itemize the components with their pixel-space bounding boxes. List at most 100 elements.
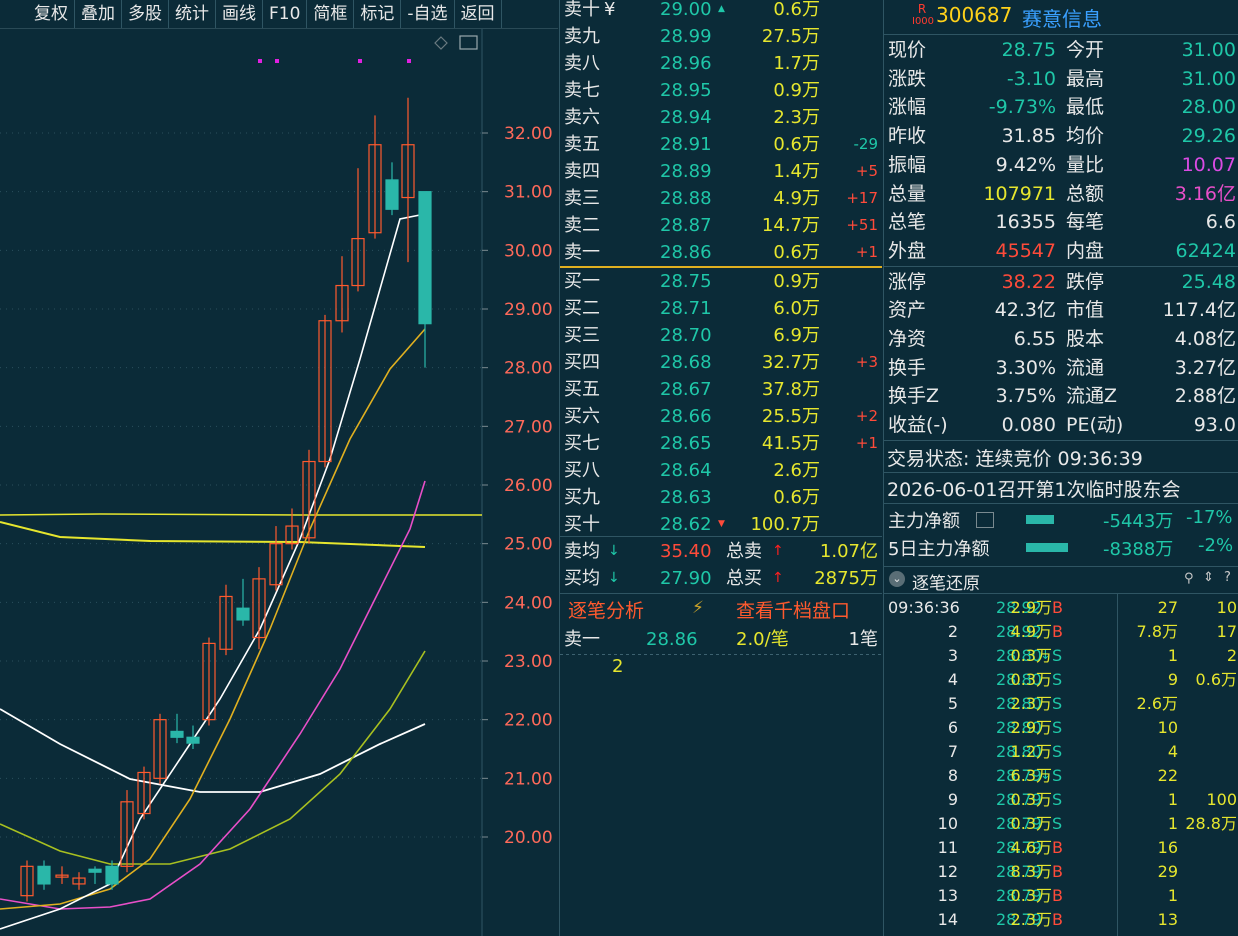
level-price: 28.63 bbox=[660, 487, 712, 508]
bid-row[interactable]: 买二 28.71 6.0万 bbox=[560, 295, 882, 322]
level-volume: 6.0万 bbox=[773, 298, 820, 319]
candlestick-chart[interactable]: 32.00 31.00 30.00 29.00 28.00 27.00 26.00 25.00… bbox=[0, 29, 558, 936]
bid-row[interactable]: 买三 28.70 6.9万 bbox=[560, 322, 882, 349]
tick-volume: 0.3万 bbox=[1010, 646, 1052, 665]
collapse-icon[interactable]: ⌄ bbox=[889, 571, 905, 587]
tick-row[interactable]: 9 28.79 0.3万 S 1 100 bbox=[886, 788, 1238, 812]
ask-row[interactable]: 卖五 28.91 0.6万 -29 bbox=[560, 131, 882, 158]
toolbar-button-5[interactable]: F10 bbox=[263, 0, 308, 28]
level-price: 28.70 bbox=[660, 325, 712, 346]
ask-row[interactable]: 卖三 28.88 4.9万 +17 bbox=[560, 185, 882, 212]
tick-row[interactable]: 11 28.79 4.6万 B 16 bbox=[886, 836, 1238, 860]
price-label: 31.00 bbox=[504, 183, 553, 203]
divider bbox=[560, 593, 882, 594]
tick-volume: 0.3万 bbox=[1010, 790, 1052, 809]
toolbar-button-1[interactable]: 叠加 bbox=[75, 0, 122, 28]
tick-row[interactable]: 4 28.80 0.3万 S 9 0.6万 bbox=[886, 668, 1238, 692]
toolbar-button-8[interactable]: -自选 bbox=[401, 0, 455, 28]
tick-time: 13 bbox=[937, 886, 958, 905]
bid-row[interactable]: 买九 28.63 0.6万 bbox=[560, 484, 882, 511]
price-label: 25.00 bbox=[504, 535, 553, 555]
quote-label: 量比 bbox=[1066, 153, 1105, 176]
tick-time: 09:36:36 bbox=[888, 598, 960, 617]
tick-row[interactable]: 12 28.79 8.3万 B 29 bbox=[886, 860, 1238, 884]
tick-count: 7.8万 bbox=[1136, 622, 1178, 641]
level-price: 28.96 bbox=[660, 53, 712, 74]
candle-body bbox=[170, 730, 184, 738]
bid-row[interactable]: 买八 28.64 2.6万 bbox=[560, 457, 882, 484]
toolbar-button-2[interactable]: 多股 bbox=[122, 0, 169, 28]
tick-count: 9 bbox=[1167, 670, 1178, 689]
ask-row[interactable]: 卖八 28.96 1.7万 bbox=[560, 50, 882, 77]
tick-side: B bbox=[1052, 886, 1063, 905]
notice[interactable]: 2026-06-01召开第1次临时股东会 bbox=[887, 475, 1181, 502]
level-price: 28.75 bbox=[660, 271, 712, 292]
ask-row[interactable]: 卖二 28.87 14.7万 +51 bbox=[560, 212, 882, 239]
ask-row[interactable]: 卖一 28.86 0.6万 +1 bbox=[560, 239, 882, 266]
tab-depth-view[interactable]: 查看千档盘口 bbox=[736, 596, 850, 623]
divider bbox=[884, 34, 1238, 35]
tick-time: 6 bbox=[947, 718, 958, 737]
quote-label: 总笔 bbox=[888, 211, 927, 234]
tick-count: 10 bbox=[1157, 718, 1178, 737]
ask-row[interactable]: 卖四 28.89 1.4万 +5 bbox=[560, 158, 882, 185]
toolbar-button-9[interactable]: 返回 bbox=[455, 0, 502, 28]
tick-side: B bbox=[1052, 862, 1063, 881]
bid-row[interactable]: 买六 28.66 25.5万 +2 bbox=[560, 403, 882, 430]
tick-row[interactable]: 3 28.80 ↓ 0.3万 S 1 2 bbox=[886, 644, 1238, 668]
tick-side: S bbox=[1052, 670, 1063, 689]
ask-row[interactable]: 卖六 28.94 2.3万 bbox=[560, 104, 882, 131]
tick-row[interactable]: 8 28.79 ↓ 6.3万 S 22 bbox=[886, 764, 1238, 788]
diamond-icon bbox=[434, 36, 448, 50]
up-arrow-icon: ↑ bbox=[772, 570, 784, 586]
quote-row: 振幅 9.42% 量比 10.07 bbox=[886, 151, 1238, 180]
tick-row[interactable]: 14 28.79 2.3万 B 13 bbox=[886, 908, 1238, 932]
tick-row[interactable]: 13 28.79 0.3万 B 1 bbox=[886, 884, 1238, 908]
sort-icon[interactable]: ⇕ bbox=[1203, 570, 1214, 585]
tick-row[interactable]: 09:36:36 28.92 2.9万 B 27 10 bbox=[886, 596, 1238, 620]
quote-value: 107971 bbox=[983, 182, 1056, 205]
list-icon[interactable] bbox=[976, 512, 994, 528]
five-day-flow-label: 5日主力净额 bbox=[888, 539, 990, 560]
bid-row[interactable]: 买四 28.68 32.7万 +3 bbox=[560, 349, 882, 376]
toolbar-button-3[interactable]: 统计 bbox=[169, 0, 216, 28]
tick-extra: 10 bbox=[1216, 598, 1237, 617]
ask-row[interactable]: 卖九 28.99 27.5万 bbox=[560, 23, 882, 50]
tick-row[interactable]: 7 28.80 1.2万 S 4 bbox=[886, 740, 1238, 764]
ask-row[interactable]: 卖七 28.95 0.9万 bbox=[560, 77, 882, 104]
tick-row[interactable]: 10 28.79 0.3万 S 1 28.8万 bbox=[886, 812, 1238, 836]
tick-count: 1 bbox=[1167, 886, 1178, 905]
tick-side: B bbox=[1052, 622, 1063, 641]
ask-row[interactable]: 卖十 29.00 0.6万 ¥ ▲ bbox=[560, 0, 882, 23]
quote-label: 流通Z bbox=[1066, 385, 1118, 408]
quote-label: 最低 bbox=[1066, 96, 1105, 119]
level-change: +2 bbox=[855, 407, 878, 425]
tick-row[interactable]: 6 28.80 2.9万 S 10 bbox=[886, 716, 1238, 740]
tick-row[interactable]: 2 28.92 4.9万 B 7.8万 17 bbox=[886, 620, 1238, 644]
quote-value: 2.88亿 bbox=[1174, 385, 1236, 408]
quote-row: 外盘 45547 内盘 62424 bbox=[886, 237, 1238, 266]
quote-row: 收益(-) 0.080 PE(动) 93.0 bbox=[886, 411, 1238, 440]
bid-row[interactable]: 买十 28.62 100.7万 ▼ bbox=[560, 511, 882, 538]
tick-time: 3 bbox=[947, 646, 958, 665]
toolbar-button-6[interactable]: 简框 bbox=[307, 0, 355, 28]
bid-row[interactable]: 买一 28.75 0.9万 bbox=[560, 268, 882, 295]
toolbar-button-4[interactable]: 画线 bbox=[216, 0, 263, 28]
toolbar-button-0[interactable]: 复权 bbox=[0, 0, 75, 28]
main-flow-pct: -17% bbox=[1186, 507, 1233, 528]
bid-row[interactable]: 买五 28.67 37.8万 bbox=[560, 376, 882, 403]
quote-label: 流通 bbox=[1066, 356, 1105, 379]
bid-row[interactable]: 买七 28.65 41.5万 +1 bbox=[560, 430, 882, 457]
candle-body bbox=[37, 865, 51, 885]
level-price: 28.86 bbox=[660, 242, 712, 263]
down-marker-icon: ▼ bbox=[718, 519, 725, 529]
filter-icon[interactable]: ⚲ bbox=[1184, 571, 1194, 586]
tick-row[interactable]: 5 28.80 2.3万 S 2.6万 bbox=[886, 692, 1238, 716]
toolbar-button-7[interactable]: 标记 bbox=[354, 0, 402, 28]
stock-name: 赛意信息 bbox=[1022, 7, 1102, 31]
help-icon[interactable]: ? bbox=[1224, 570, 1231, 585]
quote-value: 3.30% bbox=[995, 356, 1056, 379]
quote-row: 涨幅 -9.73% 最低 28.00 bbox=[886, 93, 1238, 122]
quote-label: 每笔 bbox=[1066, 211, 1105, 234]
tab-tick-analysis[interactable]: 逐笔分析 bbox=[568, 596, 644, 623]
